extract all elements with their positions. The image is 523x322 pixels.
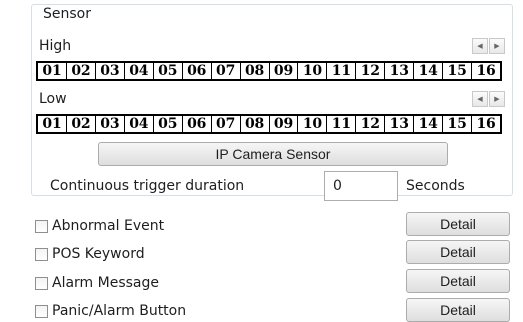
low-channel-row: 01 02 03 04 05 06 07 08 09 10 11 12 13 1… bbox=[36, 114, 502, 134]
trigger-duration-label: Continuous trigger duration bbox=[50, 178, 245, 194]
low-channel-09[interactable]: 09 bbox=[270, 116, 299, 132]
alarm-message-row[interactable]: Alarm Message bbox=[35, 275, 159, 291]
high-channel-13[interactable]: 13 bbox=[385, 63, 415, 79]
ip-camera-sensor-button[interactable]: IP Camera Sensor bbox=[98, 142, 448, 166]
trigger-duration-input[interactable]: 0 bbox=[324, 171, 398, 201]
panic-alarm-button-label: Panic/Alarm Button bbox=[52, 303, 187, 319]
high-channel-row: 01 02 03 04 05 06 07 08 09 10 11 12 13 1… bbox=[36, 61, 502, 81]
pos-keyword-detail-button[interactable]: Detail bbox=[406, 240, 510, 264]
high-channel-03[interactable]: 03 bbox=[96, 63, 125, 79]
pos-keyword-checkbox[interactable] bbox=[35, 247, 48, 261]
low-channel-07[interactable]: 07 bbox=[212, 116, 241, 132]
high-channel-14[interactable]: 14 bbox=[414, 63, 444, 79]
low-channel-10[interactable]: 10 bbox=[298, 116, 328, 132]
high-channel-06[interactable]: 06 bbox=[183, 63, 212, 79]
low-channel-05[interactable]: 05 bbox=[154, 116, 183, 132]
abnormal-event-checkbox[interactable] bbox=[35, 219, 48, 233]
low-channel-02[interactable]: 02 bbox=[67, 116, 96, 132]
low-channel-11[interactable]: 11 bbox=[327, 116, 357, 132]
high-channel-08[interactable]: 08 bbox=[241, 63, 270, 79]
sensor-settings-panel: Sensor High ◀ ▶ 01 02 03 04 05 06 07 08 … bbox=[0, 0, 523, 322]
alarm-message-checkbox[interactable] bbox=[35, 276, 48, 290]
panic-alarm-button-row[interactable]: Panic/Alarm Button bbox=[35, 303, 186, 319]
high-channel-02[interactable]: 02 bbox=[67, 63, 96, 79]
abnormal-event-row[interactable]: Abnormal Event bbox=[35, 218, 164, 234]
low-channel-04[interactable]: 04 bbox=[125, 116, 154, 132]
sensor-group-title: Sensor bbox=[40, 6, 94, 22]
high-channel-11[interactable]: 11 bbox=[327, 63, 357, 79]
low-channel-03[interactable]: 03 bbox=[96, 116, 125, 132]
arrow-right-icon[interactable]: ▶ bbox=[489, 91, 505, 107]
low-channel-01[interactable]: 01 bbox=[38, 116, 67, 132]
low-channel-13[interactable]: 13 bbox=[385, 116, 415, 132]
trigger-duration-unit: Seconds bbox=[406, 178, 465, 194]
pos-keyword-label: POS Keyword bbox=[52, 246, 145, 262]
abnormal-event-detail-button[interactable]: Detail bbox=[406, 212, 510, 236]
panic-alarm-button-checkbox[interactable] bbox=[35, 304, 48, 318]
high-channel-05[interactable]: 05 bbox=[154, 63, 183, 79]
high-channel-12[interactable]: 12 bbox=[356, 63, 386, 79]
alarm-message-detail-button[interactable]: Detail bbox=[406, 269, 510, 293]
pos-keyword-row[interactable]: POS Keyword bbox=[35, 246, 145, 262]
high-channel-10[interactable]: 10 bbox=[298, 63, 328, 79]
arrow-right-icon[interactable]: ▶ bbox=[489, 38, 505, 54]
low-channel-08[interactable]: 08 bbox=[241, 116, 270, 132]
high-label: High bbox=[39, 38, 72, 54]
high-channel-04[interactable]: 04 bbox=[125, 63, 154, 79]
high-channel-01[interactable]: 01 bbox=[38, 63, 67, 79]
high-channel-09[interactable]: 09 bbox=[270, 63, 299, 79]
low-channel-14[interactable]: 14 bbox=[414, 116, 444, 132]
low-channel-12[interactable]: 12 bbox=[356, 116, 386, 132]
high-channel-16[interactable]: 16 bbox=[472, 63, 500, 79]
alarm-message-label: Alarm Message bbox=[52, 275, 160, 291]
high-spinner[interactable]: ◀ ▶ bbox=[472, 38, 506, 54]
low-channel-15[interactable]: 15 bbox=[443, 116, 473, 132]
arrow-left-icon[interactable]: ◀ bbox=[472, 91, 488, 107]
arrow-left-icon[interactable]: ◀ bbox=[472, 38, 488, 54]
low-label: Low bbox=[39, 91, 67, 107]
low-spinner[interactable]: ◀ ▶ bbox=[472, 91, 506, 107]
abnormal-event-label: Abnormal Event bbox=[52, 218, 165, 234]
low-channel-16[interactable]: 16 bbox=[472, 116, 500, 132]
low-channel-06[interactable]: 06 bbox=[183, 116, 212, 132]
high-channel-15[interactable]: 15 bbox=[443, 63, 473, 79]
panic-alarm-detail-button[interactable]: Detail bbox=[406, 298, 510, 322]
sensor-groupbox bbox=[31, 4, 513, 196]
high-channel-07[interactable]: 07 bbox=[212, 63, 241, 79]
